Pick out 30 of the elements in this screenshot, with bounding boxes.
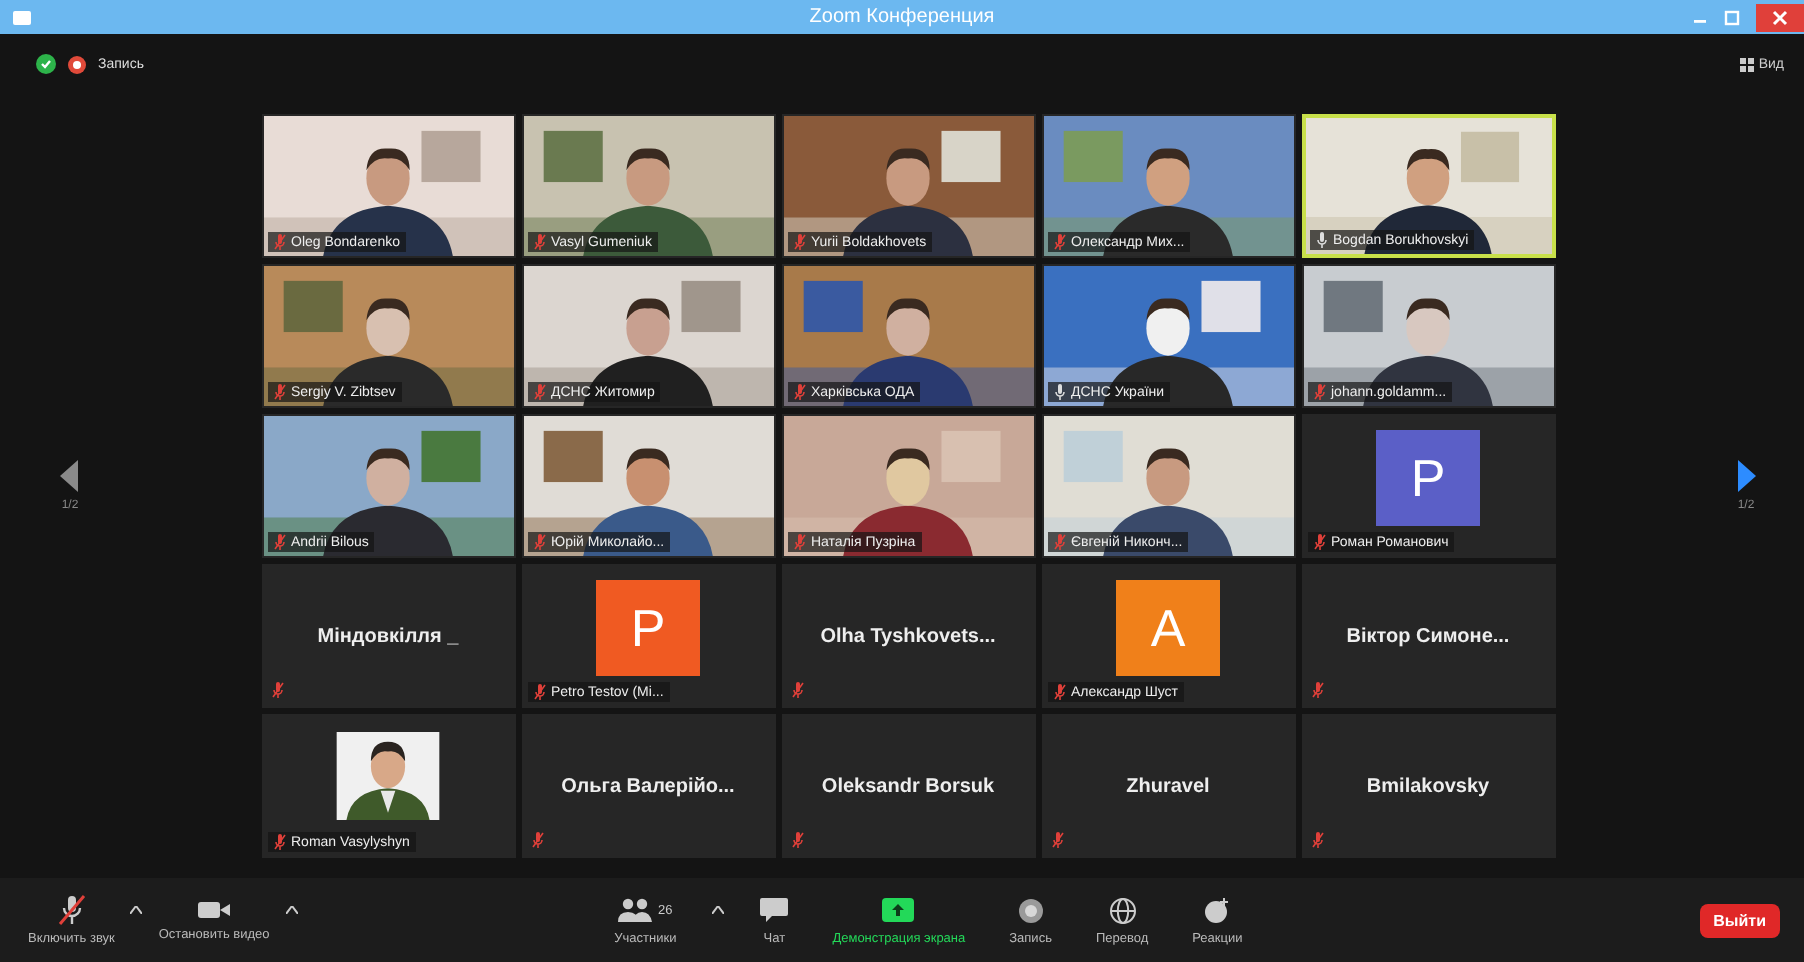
avatar: P bbox=[1376, 430, 1480, 526]
participant-name: Zhuravel bbox=[1126, 775, 1210, 797]
participant-name: Ольга Валерійо... bbox=[561, 775, 735, 797]
smiley-icon bbox=[1203, 897, 1232, 923]
shield-icon[interactable] bbox=[36, 54, 56, 74]
close-icon[interactable] bbox=[1756, 3, 1804, 31]
left-arrow-icon bbox=[60, 460, 80, 492]
share-screen-icon bbox=[882, 898, 915, 922]
avatar: P bbox=[596, 580, 700, 676]
avatar: A bbox=[1116, 580, 1220, 676]
participant-name: Міндовкілля _ bbox=[317, 625, 459, 647]
grid-icon bbox=[1740, 57, 1755, 71]
right-arrow-icon bbox=[1736, 460, 1756, 492]
caret-icon[interactable] bbox=[712, 906, 725, 914]
participant-name: Bmilakovsky bbox=[1366, 775, 1490, 797]
muted-mic-icon bbox=[57, 894, 86, 926]
app-icon bbox=[12, 9, 32, 25]
caret-icon[interactable] bbox=[130, 906, 143, 914]
camera-icon bbox=[198, 898, 231, 922]
participant-name: Olha Tyshkovets... bbox=[820, 625, 996, 647]
record-icon bbox=[1017, 897, 1044, 923]
chat-icon bbox=[760, 897, 789, 923]
people-icon bbox=[618, 898, 655, 922]
window-title: Zoom Конференция bbox=[809, 6, 995, 28]
caret-icon[interactable] bbox=[285, 906, 298, 914]
globe-icon bbox=[1109, 897, 1136, 923]
participant-name: Віктор Симоне... bbox=[1346, 625, 1510, 647]
leave-button[interactable]: Выйти bbox=[1699, 903, 1780, 937]
record-icon bbox=[68, 55, 86, 73]
participant-name: Oleksandr Borsuk bbox=[821, 775, 995, 797]
